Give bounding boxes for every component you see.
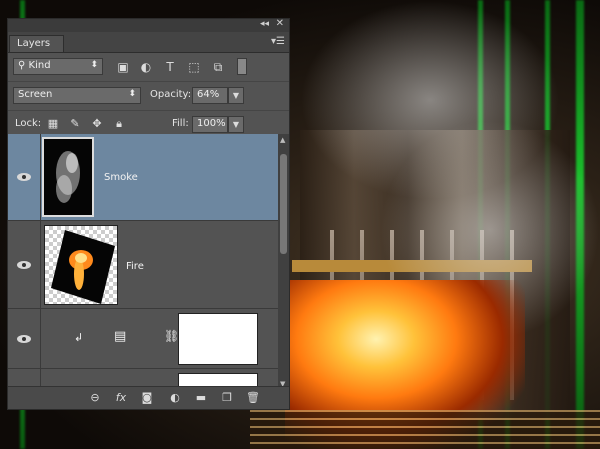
filter-toggle[interactable] xyxy=(237,58,247,75)
layer-mask-thumbnail[interactable] xyxy=(178,313,258,365)
panel-tabbar: Layers ▾☰ xyxy=(8,32,289,53)
fx-icon[interactable]: fx xyxy=(114,391,128,405)
chevron-down-icon: ▼ xyxy=(232,91,240,100)
opacity-label: Opacity: xyxy=(150,89,192,100)
blend-mode-value: Screen xyxy=(18,89,53,100)
shape-filter-icon[interactable]: ⬚ xyxy=(186,59,202,75)
stepper-icon: ⬍ xyxy=(90,60,98,70)
layer-name-smoke[interactable]: Smoke xyxy=(104,172,138,183)
image-filter-icon[interactable]: ▣ xyxy=(115,59,131,75)
fill-label: Fill: xyxy=(172,118,189,129)
eye-icon[interactable] xyxy=(17,173,31,181)
filter-kind-select[interactable]: ⚲ Kind ⬍ xyxy=(13,58,103,75)
panel-footer: ⊖ fx ◙ ◐ ▬ ❐ 🗑︎ xyxy=(8,386,289,409)
clipping-arrow-icon: ↲ xyxy=(74,331,84,344)
fill-value: 100% xyxy=(197,118,226,129)
levels-adjustment-icon[interactable]: ▤ xyxy=(114,329,126,344)
lock-label: Lock: xyxy=(15,118,42,129)
tab-layers[interactable]: Layers xyxy=(9,35,64,52)
smart-object-filter-icon[interactable]: ⧉ xyxy=(210,59,226,75)
layer-thumbnail-smoke xyxy=(42,137,94,217)
eye-icon[interactable] xyxy=(17,261,31,269)
eye-icon[interactable] xyxy=(17,335,31,343)
scroll-up-icon[interactable]: ▲ xyxy=(280,136,285,144)
stepper-icon: ⬍ xyxy=(128,89,136,99)
type-filter-icon[interactable]: T xyxy=(162,59,178,75)
layer-row-adjustment[interactable]: ↲ ▤ ⛓ xyxy=(8,309,278,369)
opacity-value: 64% xyxy=(197,89,220,100)
visibility-toggle[interactable] xyxy=(8,134,41,220)
new-group-icon[interactable]: ▬ xyxy=(194,391,208,405)
tab-layers-label: Layers xyxy=(17,38,51,49)
filter-kind-label: Kind xyxy=(28,60,51,71)
link-layers-icon[interactable]: ⊖ xyxy=(88,391,102,405)
trash-icon[interactable]: 🗑︎ xyxy=(246,391,260,405)
chevron-down-icon: ▼ xyxy=(232,120,240,129)
filter-row: ⚲ Kind ⬍ ▣ ◐ T ⬚ ⧉ xyxy=(8,53,289,82)
layers-scrollbar[interactable]: ▲ ▼ xyxy=(278,134,289,390)
fill-dropdown-button[interactable]: ▼ xyxy=(228,116,244,133)
lock-position-icon[interactable]: ✥ xyxy=(90,117,104,131)
layer-row-smoke[interactable]: Smoke xyxy=(8,134,278,221)
adjustment-filter-icon[interactable]: ◐ xyxy=(138,59,154,75)
panel-titlebar: ◂◂ ✕ xyxy=(8,18,289,32)
smoke-thumbnail-image xyxy=(56,151,80,203)
add-mask-icon[interactable]: ◙ xyxy=(140,391,154,405)
stairs xyxy=(250,410,600,449)
close-icon[interactable]: ✕ xyxy=(276,18,284,29)
new-adjustment-layer-icon[interactable]: ◐ xyxy=(168,391,182,405)
link-icon[interactable]: ⛓ xyxy=(164,329,179,343)
new-layer-icon[interactable]: ❐ xyxy=(220,391,234,405)
opacity-field[interactable]: 64% xyxy=(192,87,228,104)
opacity-dropdown-button[interactable]: ▼ xyxy=(228,87,244,104)
search-icon: ⚲ xyxy=(18,60,26,71)
scrollbar-thumb[interactable] xyxy=(280,154,287,254)
layers-panel: ◂◂ ✕ Layers ▾☰ ⚲ Kind ⬍ ▣ ◐ T ⬚ ⧉ Screen… xyxy=(7,18,290,410)
layers-list: Smoke Fire ↲ ▤ ⛓ xyxy=(8,134,289,390)
collapse-panel-icon[interactable]: ◂◂ xyxy=(260,19,269,29)
fire-thumbnail-image xyxy=(51,230,115,304)
lock-image-pixels-icon[interactable]: ✎ xyxy=(68,117,82,131)
visibility-toggle[interactable] xyxy=(8,309,41,368)
panel-menu-icon[interactable]: ▾☰ xyxy=(271,36,285,47)
blend-row: Screen ⬍ Opacity: 64% ▼ xyxy=(8,82,289,111)
fill-field[interactable]: 100% xyxy=(192,116,228,133)
visibility-toggle[interactable] xyxy=(8,221,41,308)
layer-name-fire[interactable]: Fire xyxy=(126,261,144,272)
lock-transparent-pixels-icon[interactable]: ▦ xyxy=(46,117,60,131)
layer-row-fire[interactable]: Fire xyxy=(8,221,278,309)
layer-thumbnail-fire xyxy=(44,225,118,305)
blend-mode-select[interactable]: Screen ⬍ xyxy=(13,87,141,104)
lock-all-icon[interactable]: 🔒︎ xyxy=(112,117,126,131)
